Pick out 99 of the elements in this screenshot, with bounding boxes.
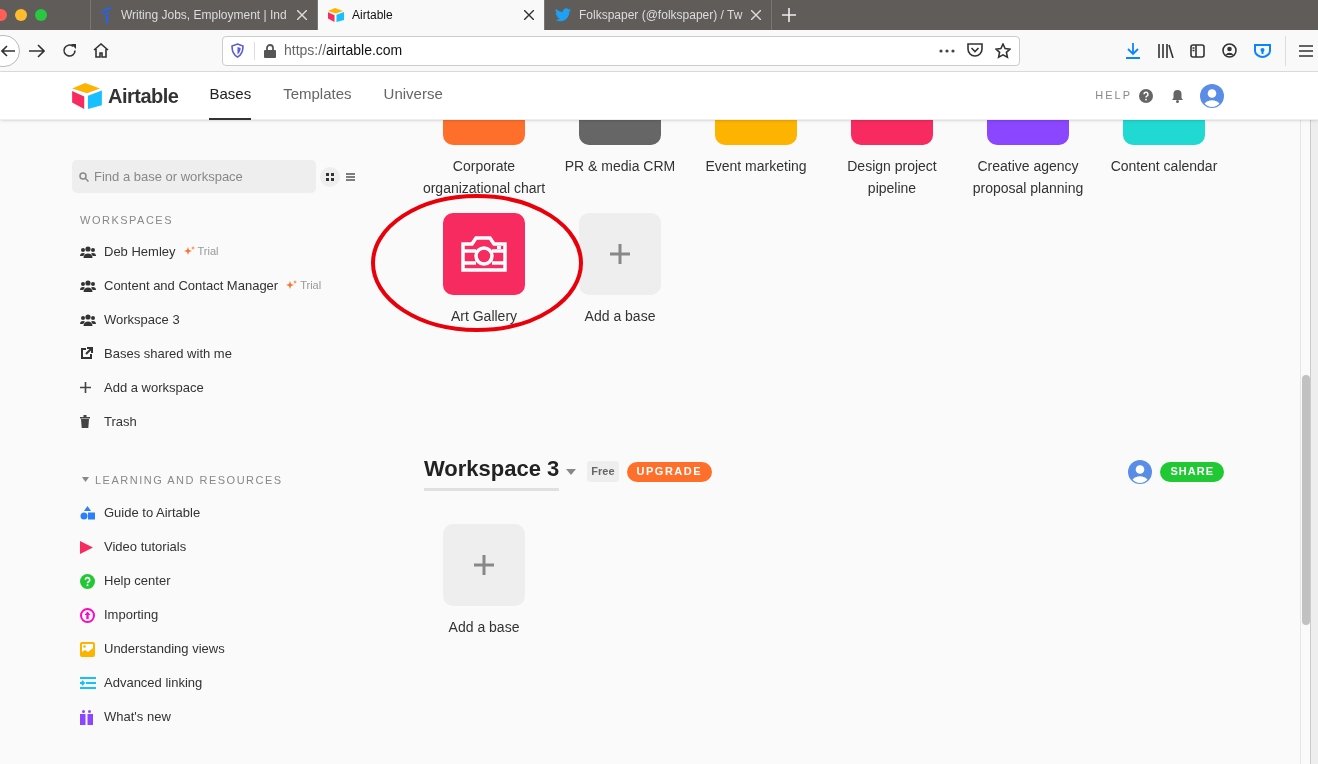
sidebar-icon[interactable] bbox=[1190, 43, 1205, 58]
nav-tab[interactable]: Universe bbox=[383, 71, 443, 120]
grid-view-button[interactable] bbox=[320, 166, 340, 187]
section-heading[interactable]: LEARNING AND RESOURCES bbox=[95, 471, 283, 488]
help-icon[interactable] bbox=[1139, 88, 1153, 103]
base-tile[interactable] bbox=[1123, 120, 1205, 145]
resource-link[interactable]: Video tutorials bbox=[104, 537, 187, 557]
tab-title: Writing Jobs, Employment | Ind bbox=[121, 7, 288, 24]
sidebar-item[interactable]: Content and Contact Manager bbox=[104, 275, 279, 296]
account-icon[interactable] bbox=[1222, 43, 1237, 58]
search-icon bbox=[79, 172, 89, 182]
plus-icon bbox=[610, 244, 630, 264]
external-link-icon bbox=[80, 347, 93, 360]
nav-tab[interactable]: Bases bbox=[209, 71, 252, 120]
base-name[interactable]: PR & media CRM bbox=[555, 155, 685, 177]
more-icon[interactable] bbox=[939, 48, 955, 53]
base-name[interactable]: Corporate organizational chart bbox=[419, 155, 549, 199]
resource-link[interactable]: Advanced linking bbox=[104, 673, 203, 693]
pocket-icon[interactable] bbox=[967, 43, 983, 58]
sidebar-item[interactable]: Trash bbox=[104, 411, 137, 432]
people-icon bbox=[80, 245, 96, 258]
minimize-window-button[interactable] bbox=[15, 9, 27, 21]
star-icon[interactable] bbox=[995, 42, 1011, 59]
maximize-window-button[interactable] bbox=[35, 9, 47, 21]
download-icon[interactable] bbox=[1126, 42, 1140, 59]
base-name[interactable]: Add a base bbox=[448, 617, 520, 638]
url-text: https://airtable.com bbox=[284, 41, 403, 60]
browser-tab[interactable]: Airtable bbox=[317, 0, 544, 30]
base-tile[interactable] bbox=[579, 120, 661, 145]
workspace-title[interactable]: Workspace 3 bbox=[424, 452, 560, 491]
sparkle-icon bbox=[286, 280, 298, 291]
bird-icon bbox=[555, 8, 571, 22]
shield-icon bbox=[231, 43, 244, 58]
menu-icon[interactable] bbox=[1299, 44, 1313, 57]
trial-label: Trial bbox=[197, 244, 219, 260]
airtable-logo-icon bbox=[328, 8, 344, 22]
logo-wordmark[interactable]: Airtable bbox=[108, 80, 179, 111]
forward-icon[interactable] bbox=[29, 43, 45, 58]
people-icon bbox=[80, 279, 96, 292]
gift-icon bbox=[80, 709, 93, 725]
scrollbar[interactable] bbox=[1300, 120, 1310, 764]
image-icon bbox=[80, 641, 95, 657]
back-icon bbox=[1, 45, 15, 57]
lines-icon bbox=[80, 677, 96, 689]
base-name[interactable]: Creative agency proposal planning bbox=[963, 155, 1093, 199]
upload-icon bbox=[80, 607, 95, 623]
airtable-logo-icon[interactable] bbox=[72, 82, 102, 109]
shield-icon[interactable] bbox=[1254, 43, 1271, 58]
nav-tab[interactable]: Templates bbox=[283, 71, 352, 120]
people-icon bbox=[80, 313, 96, 326]
play-icon bbox=[80, 540, 93, 554]
reload-icon[interactable] bbox=[62, 43, 77, 58]
new-tab-icon[interactable] bbox=[782, 8, 796, 22]
add-base-button[interactable] bbox=[579, 213, 661, 295]
resource-link[interactable]: Guide to Airtable bbox=[104, 503, 201, 523]
library-icon[interactable] bbox=[1158, 43, 1174, 58]
resource-link[interactable]: Understanding views bbox=[104, 639, 225, 659]
camera-icon bbox=[459, 234, 509, 274]
base-name[interactable]: Design project pipeline bbox=[827, 155, 957, 199]
sidebar-item[interactable]: Bases shared with me bbox=[104, 343, 232, 364]
grid-icon bbox=[326, 172, 334, 181]
base-name[interactable]: Event marketing bbox=[691, 155, 821, 177]
avatar-icon[interactable] bbox=[1128, 459, 1153, 484]
base-tile[interactable] bbox=[987, 120, 1069, 145]
lock-icon bbox=[264, 43, 276, 58]
home-icon[interactable] bbox=[93, 43, 109, 58]
caret-icon[interactable] bbox=[566, 468, 577, 475]
resource-link[interactable]: Help center bbox=[104, 571, 171, 591]
trial-label: Trial bbox=[300, 278, 322, 294]
help-icon bbox=[80, 573, 95, 589]
tab-title: Airtable bbox=[352, 7, 394, 24]
help-link[interactable]: HELP bbox=[1095, 87, 1132, 104]
bell-icon[interactable] bbox=[1171, 88, 1184, 103]
base-name[interactable]: Add a base bbox=[584, 306, 656, 327]
shapes-icon bbox=[80, 506, 95, 520]
trash-icon bbox=[80, 415, 90, 428]
search-field[interactable]: Find a base or workspace bbox=[72, 160, 316, 193]
base-tile[interactable] bbox=[443, 120, 525, 145]
plus-icon bbox=[474, 555, 494, 575]
avatar-icon[interactable] bbox=[1200, 83, 1224, 108]
base-tile[interactable] bbox=[443, 213, 525, 295]
resource-link[interactable]: Importing bbox=[104, 605, 159, 625]
base-name[interactable]: Art Gallery bbox=[450, 306, 518, 327]
base-tile[interactable] bbox=[715, 120, 797, 145]
sidebar-item[interactable]: Workspace 3 bbox=[104, 309, 180, 330]
base-tile[interactable] bbox=[851, 120, 933, 145]
indeed-logo-icon bbox=[101, 7, 113, 23]
close-icon[interactable] bbox=[524, 10, 534, 20]
sparkle-icon bbox=[183, 246, 195, 257]
list-view-icon[interactable] bbox=[346, 172, 355, 181]
address-bar[interactable]: https://airtable.com bbox=[222, 35, 1020, 66]
sidebar-item[interactable]: Deb Hemley bbox=[104, 241, 176, 262]
resource-link[interactable]: What's new bbox=[104, 707, 171, 727]
plus-icon bbox=[80, 382, 91, 393]
base-name[interactable]: Content calendar bbox=[1099, 155, 1229, 177]
sidebar-item[interactable]: Add a workspace bbox=[104, 377, 204, 398]
caret-icon[interactable] bbox=[82, 477, 89, 483]
plan-badge: Free bbox=[587, 461, 619, 482]
section-heading: WORKSPACES bbox=[80, 213, 175, 228]
